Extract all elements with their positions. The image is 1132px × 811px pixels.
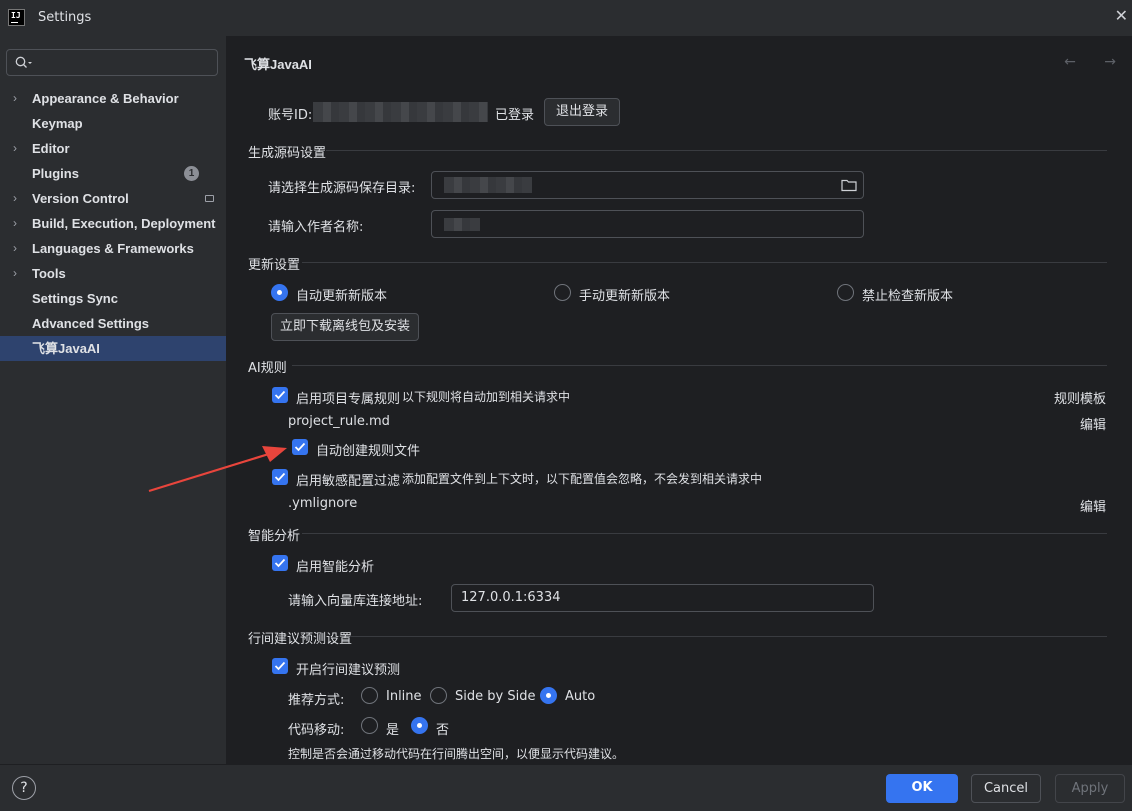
apply-button[interactable]: Apply (1055, 774, 1125, 803)
ok-button[interactable]: OK (886, 774, 958, 803)
dialog-footer: ? OK Cancel Apply (0, 764, 1132, 811)
annotation-arrow-icon (148, 446, 287, 493)
cancel-button[interactable]: Cancel (971, 774, 1041, 803)
help-icon[interactable]: ? (12, 776, 36, 800)
